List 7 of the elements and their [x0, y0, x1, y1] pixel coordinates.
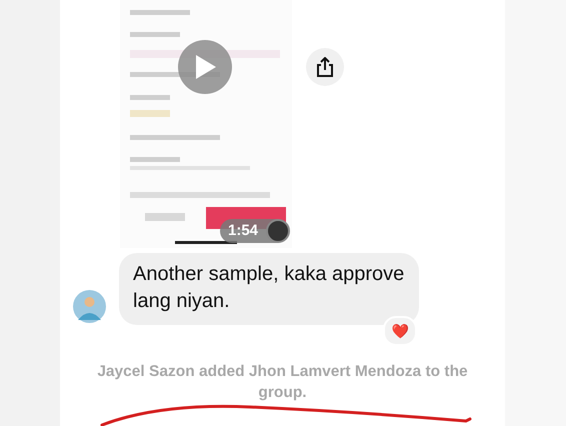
play-icon [193, 54, 217, 80]
system-notice: Jaycel Sazon added Jhon Lamvert Mendoza to the group. [96, 362, 469, 403]
heart-reaction[interactable]: ❤ [383, 316, 417, 346]
avatar[interactable] [73, 290, 106, 323]
message-bubble: Another sample, kaka approve lang niyan. [119, 253, 419, 325]
share-button[interactable] [306, 48, 344, 86]
share-icon [316, 57, 334, 77]
